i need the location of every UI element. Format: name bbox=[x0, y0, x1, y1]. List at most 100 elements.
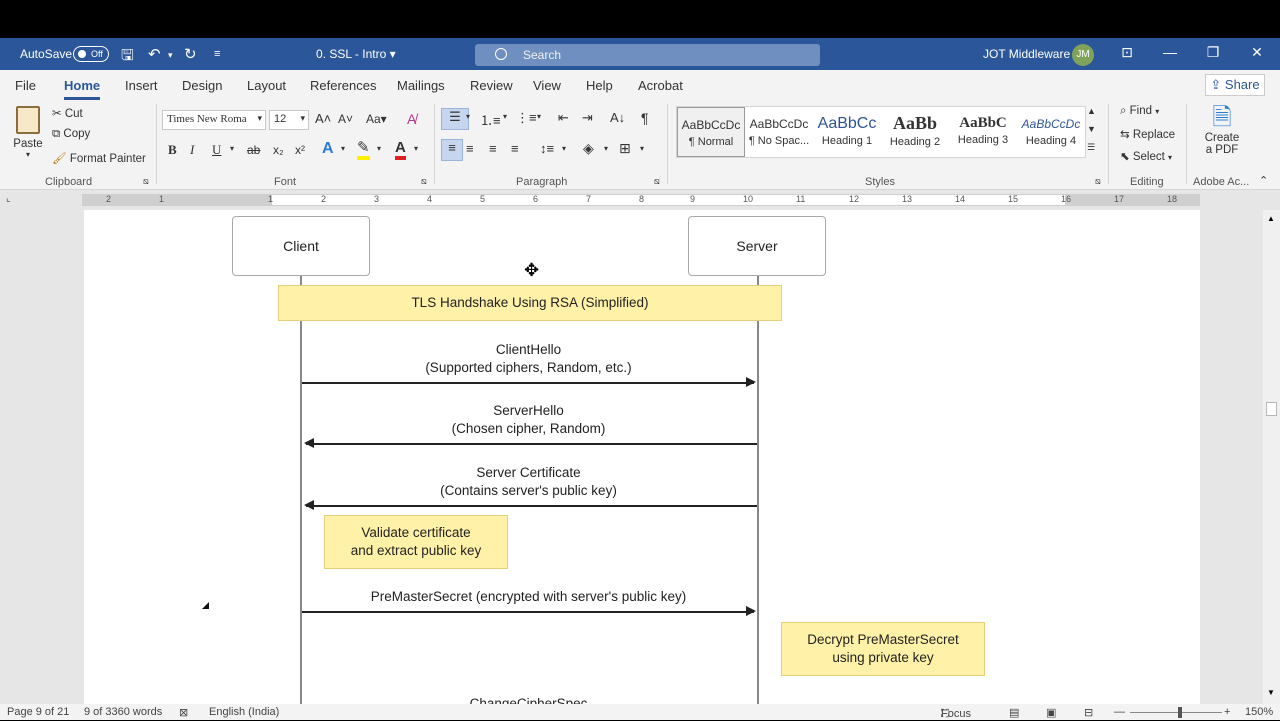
zoom-in-icon[interactable]: + bbox=[1224, 706, 1230, 718]
show-formatting-marks-icon[interactable]: ¶ bbox=[641, 110, 649, 126]
font-name-select[interactable]: Times New Roma ▾ bbox=[162, 110, 266, 130]
find-button[interactable]: ⌕ Find ▾ bbox=[1120, 105, 1159, 118]
save-icon[interactable]: 🖫 bbox=[121, 45, 134, 70]
autosave-toggle[interactable]: Off bbox=[73, 46, 109, 62]
paragraph-launcher-icon[interactable]: ⧅ bbox=[654, 176, 660, 187]
clipboard-launcher-icon[interactable]: ⧅ bbox=[143, 176, 149, 187]
tab-file[interactable]: File bbox=[15, 78, 36, 93]
zoom-slider-thumb[interactable] bbox=[1178, 707, 1182, 718]
vertical-scrollbar[interactable]: ▲ ▼ bbox=[1263, 210, 1280, 704]
print-layout-icon[interactable]: ▣ bbox=[1046, 706, 1056, 719]
bullets-button[interactable]: ☰ bbox=[441, 108, 469, 130]
redo-icon[interactable]: ↻ bbox=[184, 45, 197, 63]
proofing-icon[interactable]: ⊠ bbox=[179, 706, 188, 719]
avatar[interactable]: JM bbox=[1072, 44, 1094, 66]
page-count[interactable]: Page 9 of 21 bbox=[7, 706, 69, 718]
shading-dropdown-icon[interactable]: ▾ bbox=[604, 144, 608, 153]
bullets-dropdown-icon[interactable]: ▾ bbox=[466, 112, 470, 121]
grow-font-icon[interactable]: A˄ bbox=[315, 111, 331, 126]
read-mode-icon[interactable]: ▤ bbox=[1009, 706, 1019, 719]
copy-button[interactable]: ⧉ Copy bbox=[52, 128, 90, 141]
tab-mailings[interactable]: Mailings bbox=[397, 78, 445, 93]
font-color-icon[interactable]: A bbox=[395, 140, 406, 160]
close-icon[interactable]: ✕ bbox=[1247, 44, 1267, 61]
multilevel-list-icon[interactable]: ⋮≡ bbox=[516, 110, 537, 126]
minimize-icon[interactable]: — bbox=[1160, 44, 1180, 60]
cut-button[interactable]: ✂ Cut bbox=[52, 106, 83, 120]
font-size-select[interactable]: 12 ▾ bbox=[269, 110, 309, 130]
multilevel-dropdown-icon[interactable]: ▾ bbox=[537, 112, 541, 121]
scrollbar-thumb[interactable] bbox=[1266, 402, 1277, 416]
tab-help[interactable]: Help bbox=[586, 78, 613, 93]
numbering-icon[interactable]: ⒈≡ bbox=[480, 110, 501, 129]
tab-review[interactable]: Review bbox=[470, 78, 513, 93]
customize-toolbar-icon[interactable]: ≡ bbox=[214, 48, 220, 60]
collapse-ribbon-icon[interactable]: ⌃ bbox=[1259, 174, 1268, 187]
shading-icon[interactable]: ◈ bbox=[583, 140, 594, 157]
zoom-slider[interactable] bbox=[1130, 707, 1222, 718]
zoom-level[interactable]: 150% bbox=[1245, 706, 1273, 718]
borders-dropdown-icon[interactable]: ▾ bbox=[640, 144, 644, 153]
line-spacing-icon[interactable]: ↕≡ bbox=[540, 141, 554, 156]
undo-dropdown-icon[interactable]: ▾ bbox=[168, 50, 173, 61]
language[interactable]: English (India) bbox=[209, 706, 279, 718]
tab-insert[interactable]: Insert bbox=[125, 78, 158, 93]
superscript-button[interactable]: x² bbox=[295, 143, 305, 157]
ribbon-display-options-icon[interactable]: ⊡ bbox=[1117, 44, 1137, 61]
tab-acrobat[interactable]: Acrobat bbox=[638, 78, 683, 93]
sort-icon[interactable]: A↓ bbox=[610, 110, 625, 125]
styles-more-icon[interactable]: ☰ bbox=[1087, 142, 1095, 153]
align-center-icon[interactable]: ≡ bbox=[466, 141, 474, 156]
text-effects-dropdown-icon[interactable]: ▾ bbox=[341, 144, 345, 153]
style-heading-4[interactable]: AaBbCcDc Heading 4 bbox=[1017, 107, 1085, 157]
line-spacing-dropdown-icon[interactable]: ▾ bbox=[562, 144, 566, 153]
style-heading-1[interactable]: AaBbCc Heading 1 bbox=[813, 107, 881, 157]
styles-launcher-icon[interactable]: ⧅ bbox=[1095, 176, 1101, 187]
web-layout-icon[interactable]: ⊟ bbox=[1084, 706, 1093, 719]
horizontal-ruler[interactable]: ⌞ 2 1 1 2 3 4 5 6 7 8 9 10 11 12 13 14 1… bbox=[0, 190, 1280, 210]
scroll-up-icon[interactable]: ▲ bbox=[1267, 214, 1275, 223]
borders-icon[interactable]: ⊞ bbox=[619, 140, 631, 157]
style-no-spacing[interactable]: AaBbCcDc ¶ No Spac... bbox=[745, 107, 813, 157]
underline-button[interactable]: U bbox=[212, 142, 221, 158]
font-color-dropdown-icon[interactable]: ▾ bbox=[414, 144, 418, 153]
justify-icon[interactable]: ≡ bbox=[511, 141, 519, 156]
tab-design[interactable]: Design bbox=[182, 78, 222, 93]
scroll-down-icon[interactable]: ▼ bbox=[1267, 688, 1275, 697]
decrease-indent-icon[interactable]: ⇤ bbox=[558, 110, 569, 126]
document-area[interactable]: Client Server TLS Handshake Using RSA (S… bbox=[0, 210, 1280, 704]
numbering-dropdown-icon[interactable]: ▾ bbox=[503, 112, 507, 121]
highlight-dropdown-icon[interactable]: ▾ bbox=[377, 144, 381, 153]
word-count[interactable]: 9 of 3360 words bbox=[84, 706, 162, 718]
styles-scroll-up-icon[interactable]: ▲ bbox=[1087, 106, 1096, 116]
underline-dropdown-icon[interactable]: ▾ bbox=[230, 144, 234, 153]
shrink-font-icon[interactable]: A˅ bbox=[338, 112, 353, 126]
document-page[interactable]: Client Server TLS Handshake Using RSA (S… bbox=[84, 210, 1200, 704]
tab-view[interactable]: View bbox=[533, 78, 561, 93]
format-painter-button[interactable]: 🖌 Format Painter bbox=[52, 151, 146, 165]
paste-button[interactable]: Paste ▾ bbox=[12, 106, 44, 164]
style-normal[interactable]: AaBbCcDc ¶ Normal bbox=[677, 107, 745, 157]
highlight-icon[interactable]: ✎ bbox=[357, 140, 370, 160]
select-button[interactable]: ⬉ Select ▾ bbox=[1120, 149, 1172, 163]
share-button[interactable]: ⇪ Share bbox=[1205, 74, 1265, 96]
style-heading-2[interactable]: AaBb Heading 2 bbox=[881, 107, 949, 157]
text-effects-icon[interactable]: A bbox=[322, 140, 334, 158]
clear-formatting-icon[interactable]: A̸ bbox=[407, 111, 416, 127]
tab-home[interactable]: Home bbox=[64, 78, 101, 100]
tab-references[interactable]: References bbox=[310, 78, 376, 93]
increase-indent-icon[interactable]: ⇥ bbox=[582, 110, 593, 126]
zoom-out-icon[interactable]: — bbox=[1114, 706, 1125, 718]
styles-scroll-down-icon[interactable]: ▼ bbox=[1087, 124, 1096, 134]
italic-button[interactable]: I bbox=[190, 142, 194, 158]
tab-layout[interactable]: Layout bbox=[247, 78, 286, 93]
restore-icon[interactable]: ❐ bbox=[1203, 44, 1223, 61]
strikethrough-button[interactable]: ab bbox=[247, 143, 260, 157]
subscript-button[interactable]: x₂ bbox=[273, 143, 284, 157]
font-launcher-icon[interactable]: ⧅ bbox=[421, 176, 427, 187]
replace-button[interactable]: ⇆ Replace bbox=[1120, 127, 1175, 141]
change-case-icon[interactable]: Aa▾ bbox=[366, 112, 387, 126]
document-name[interactable]: 0. SSL - Intro ▾ bbox=[316, 47, 396, 61]
align-right-icon[interactable]: ≡ bbox=[489, 141, 497, 156]
bold-button[interactable]: B bbox=[168, 142, 177, 158]
